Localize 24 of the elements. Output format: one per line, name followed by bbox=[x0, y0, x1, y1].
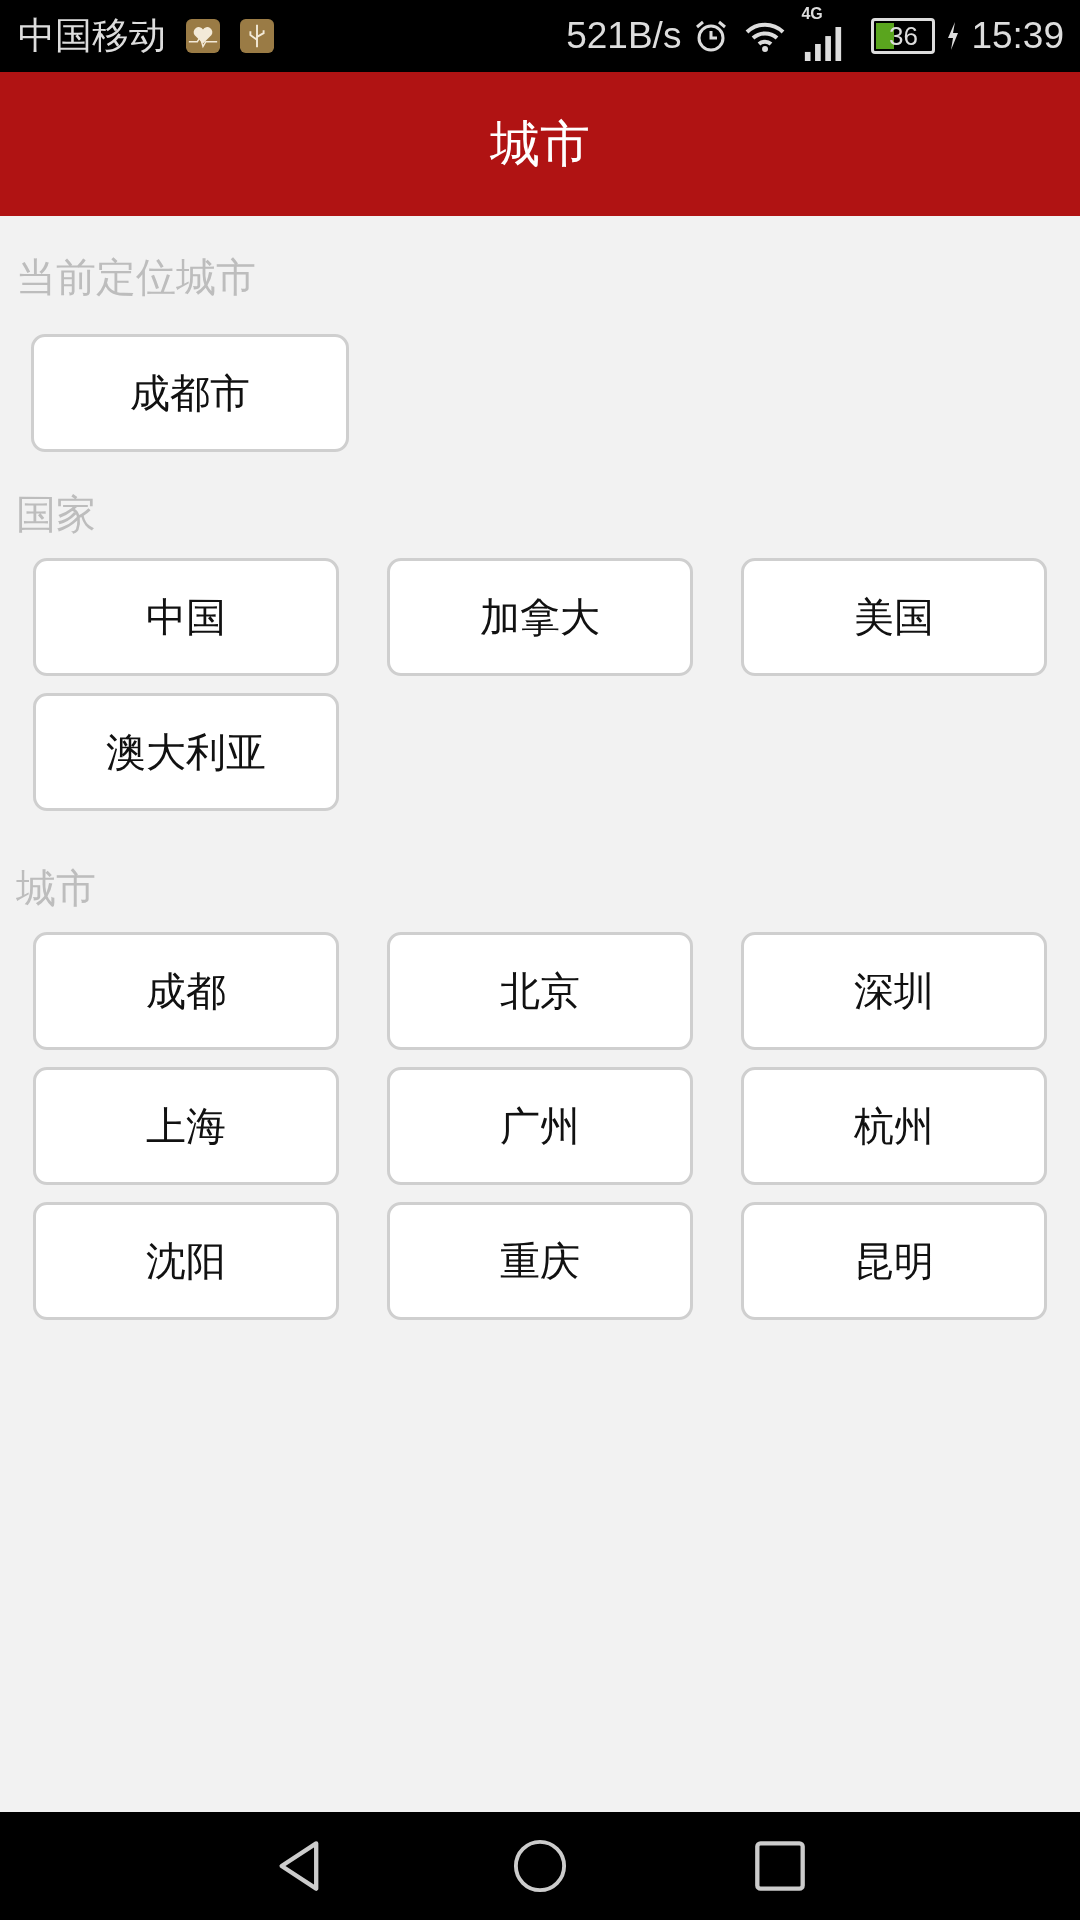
charging-icon bbox=[947, 22, 960, 50]
city-button[interactable]: 深圳 bbox=[741, 932, 1047, 1050]
city-button[interactable]: 美国 bbox=[741, 558, 1047, 676]
usb-icon bbox=[240, 19, 274, 53]
city-button[interactable]: 成都 bbox=[33, 932, 339, 1050]
network-type: 4G bbox=[801, 5, 823, 23]
city-button[interactable]: 上海 bbox=[33, 1067, 339, 1185]
city-button[interactable]: 加拿大 bbox=[387, 558, 693, 676]
located-city-button[interactable]: 成都市 bbox=[31, 334, 349, 452]
city-button[interactable]: 昆明 bbox=[741, 1202, 1047, 1320]
city-button[interactable]: 澳大利亚 bbox=[33, 693, 339, 811]
city-button[interactable]: 杭州 bbox=[741, 1067, 1047, 1185]
page-title: 城市 bbox=[490, 113, 590, 175]
city-button[interactable]: 沈阳 bbox=[33, 1202, 339, 1320]
home-icon[interactable] bbox=[513, 1839, 567, 1893]
city-button[interactable]: 中国 bbox=[33, 558, 339, 676]
city-button[interactable]: 北京 bbox=[387, 932, 693, 1050]
clock-time: 15:39 bbox=[971, 15, 1064, 57]
recent-apps-icon[interactable] bbox=[753, 1839, 807, 1893]
health-app-icon bbox=[186, 19, 220, 53]
network-speed: 521B/s bbox=[566, 15, 682, 57]
carrier-name: 中国移动 bbox=[18, 14, 166, 58]
city-button[interactable]: 广州 bbox=[387, 1067, 693, 1185]
city-button[interactable]: 重庆 bbox=[387, 1202, 693, 1320]
